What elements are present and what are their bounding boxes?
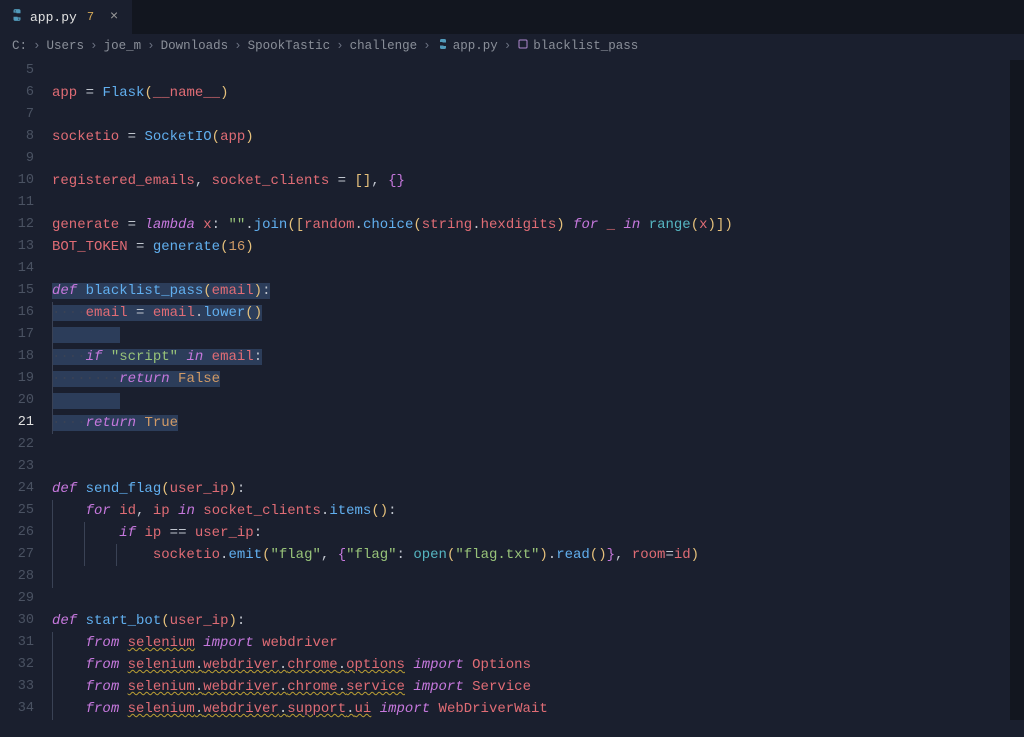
tab-bar: app.py 7 × [0, 0, 1024, 34]
breadcrumb: C: › Users › joe_m › Downloads › SpookTa… [0, 34, 1024, 58]
breadcrumb-item[interactable]: challenge [350, 39, 418, 53]
chevron-right-icon: › [504, 39, 512, 53]
symbol-function-icon [517, 38, 529, 54]
minimap-scrollbar[interactable] [1010, 60, 1024, 720]
breadcrumb-item[interactable]: Users [47, 39, 85, 53]
chevron-right-icon: › [423, 39, 431, 53]
tab-modified-badge: 7 [87, 10, 94, 24]
breadcrumb-item[interactable]: SpookTastic [248, 39, 331, 53]
chevron-right-icon: › [234, 39, 242, 53]
chevron-right-icon: › [90, 39, 98, 53]
tab-filename: app.py [30, 10, 77, 25]
breadcrumb-file[interactable]: app.py [453, 39, 498, 53]
breadcrumb-item[interactable]: joe_m [104, 39, 142, 53]
line-number-gutter[interactable]: 5678910111213141516171819202122232425262… [0, 60, 52, 720]
code-area[interactable]: app = Flask(__name__)socketio = SocketIO… [52, 60, 1024, 720]
code-editor[interactable]: 5678910111213141516171819202122232425262… [0, 60, 1024, 720]
chevron-right-icon: › [33, 39, 41, 53]
python-file-icon [437, 38, 449, 54]
breadcrumb-symbol[interactable]: blacklist_pass [533, 39, 638, 53]
tab-close-button[interactable]: × [106, 9, 122, 25]
python-file-icon [10, 8, 24, 26]
breadcrumb-item[interactable]: C: [12, 39, 27, 53]
editor-tab[interactable]: app.py 7 × [0, 0, 132, 34]
breadcrumb-item[interactable]: Downloads [161, 39, 229, 53]
chevron-right-icon: › [147, 39, 155, 53]
chevron-right-icon: › [336, 39, 344, 53]
